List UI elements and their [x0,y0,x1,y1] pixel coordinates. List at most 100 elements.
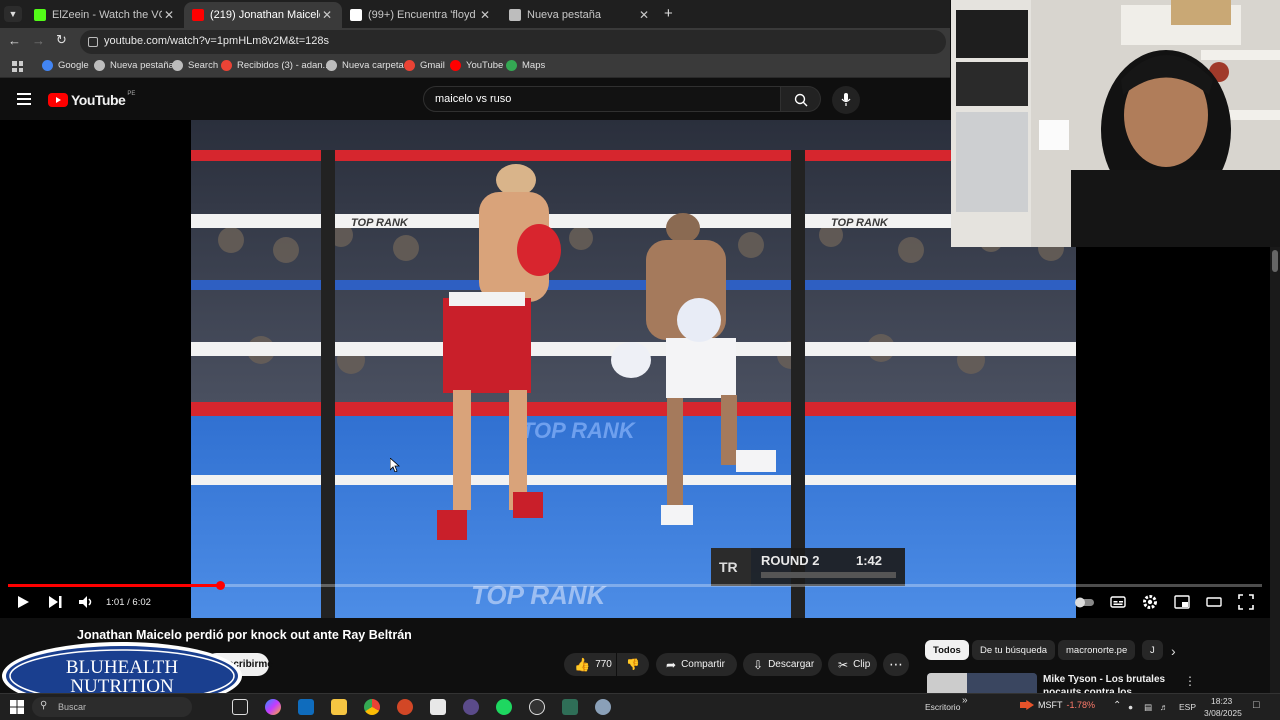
mouse-cursor-icon [390,458,400,472]
obs-icon[interactable] [463,699,479,715]
browser-tab[interactable]: ElZeein - Watch the VOD on Kick✕ [26,2,184,28]
browser-tab[interactable]: (219) Jonathan Maicelo perdió✕ [184,2,342,28]
fullscreen-icon[interactable] [1237,593,1255,611]
dislike-button[interactable]: 👎 [617,653,649,676]
notifications-icon[interactable]: □ [1253,699,1260,711]
tab-title: Nueva pestaña [527,9,601,21]
copilot-icon[interactable] [265,699,281,715]
miniplayer-icon[interactable] [1173,593,1191,611]
notepad-icon[interactable] [430,699,446,715]
page-scrollbar[interactable] [1270,247,1280,693]
back-icon[interactable]: ← [8,34,22,48]
autoplay-toggle-icon[interactable] [1074,593,1096,611]
search-input[interactable]: maicelo vs ruso [423,86,781,112]
filter-chip[interactable]: Todos [925,640,969,660]
more-actions-button[interactable]: ⋯ [883,653,909,676]
tab-close-icon[interactable]: ✕ [637,8,651,22]
bookmark-item[interactable]: Recibidos (3) - adan... [221,60,330,71]
spotify-icon[interactable] [496,699,512,715]
thumbs-down-icon: 👎 [626,659,640,671]
bookmark-item[interactable]: Search [172,60,218,71]
bookmark-favicon-icon [221,60,232,71]
clip-button[interactable]: ✂ Clip [828,653,877,676]
tray-up-chevron-icon[interactable]: ⌃ [1113,700,1121,711]
tab-close-icon[interactable]: ✕ [320,8,334,22]
filter-chip[interactable]: macronorte.pe [1058,640,1136,660]
play-icon[interactable] [14,593,32,611]
clock-time[interactable]: 18:23 [1211,696,1232,706]
bookmark-item[interactable]: Gmail [404,60,445,71]
task-view-icon[interactable] [232,699,248,715]
filter-chip[interactable]: De tu búsqueda [972,640,1056,660]
share-button[interactable]: ➦ Compartir [656,653,737,676]
menu-icon[interactable] [17,93,31,105]
new-tab-button[interactable]: + [664,5,673,22]
powerpoint-icon[interactable] [397,699,413,715]
share-icon: ➦ [666,657,677,672]
theater-mode-icon[interactable] [1205,593,1223,611]
tab-close-icon[interactable]: ✕ [478,8,492,22]
subtitles-icon[interactable] [1109,593,1127,611]
bookmark-item[interactable]: Maps [506,60,545,71]
stock-ticker-widget[interactable]: MSFT -1.78% [1020,700,1095,710]
clock-date[interactable]: 3/08/2025 [1204,708,1242,718]
chips-next-chevron-icon[interactable]: › [1171,643,1176,659]
bookmark-item[interactable]: Google [42,60,89,71]
utility-app-icon[interactable] [595,699,611,715]
progress-scrubber[interactable] [215,581,225,590]
chrome-icon[interactable] [364,699,380,715]
streaming-app-icon[interactable] [529,699,545,715]
bookmark-label: Recibidos (3) - adan... [237,60,331,71]
settings-gear-icon[interactable] [1141,593,1159,611]
like-button[interactable]: 👍 770 [564,653,616,676]
stock-ticker-symbol: MSFT [1038,700,1063,710]
speaker-icon[interactable]: ♬ [1160,702,1169,712]
related-video-thumbnail[interactable] [927,673,1037,693]
site-info-icon[interactable] [88,37,98,47]
language-indicator[interactable]: ESP [1179,702,1196,712]
voice-search-button[interactable] [832,86,860,114]
forward-icon[interactable]: → [32,34,46,48]
related-video-menu-icon[interactable]: ⋮ [1184,674,1196,688]
windows-start-icon[interactable] [9,699,25,715]
browser-tab[interactable]: Nueva pestaña ✕ [501,2,659,28]
youtube-logo[interactable]: YouTube PE [48,90,135,110]
search-button[interactable] [781,86,821,112]
bookmark-favicon-icon [94,60,105,71]
microphone-tray-icon[interactable]: ● [1128,702,1133,712]
bookmark-item[interactable]: Nueva carpeta [326,60,404,71]
outlook-icon[interactable] [298,699,314,715]
scoreboard: TR ROUND 2 1:42 [711,548,905,586]
desktop-label[interactable]: Escritorio [925,702,960,712]
address-bar[interactable]: youtube.com/watch?v=1pmHLm8v2M&t=128s [80,30,946,54]
file-explorer-icon[interactable] [331,699,347,715]
next-video-icon[interactable] [46,593,64,611]
apps-grid-icon[interactable] [12,61,23,72]
bookmarks-bar: Google Nueva pestaña Search Recibidos (3) -… [0,56,950,78]
download-button[interactable]: ⇩ Descargar [743,653,822,676]
video-frame[interactable]: TOP RANK TOP RANK TOP RANK TOP RANK TR R… [191,120,1076,618]
scissors-icon: ✂ [838,657,849,672]
tab-close-icon[interactable]: ✕ [162,8,176,22]
tray-overflow-chevron-icon[interactable]: » [962,695,968,706]
browser-tab[interactable]: (99+) Encuentra 'floyd mayweather'✕ [342,2,500,28]
bookmark-favicon-icon [404,60,415,71]
tab-favicon-icon [34,9,46,21]
volume-icon[interactable] [77,593,95,611]
progress-played [8,584,220,587]
tab-list-chevron-icon[interactable]: ▼ [4,6,22,22]
related-video-title[interactable]: Mike Tyson - Los brutales nocauts contra… [1043,673,1173,693]
boxing-ring-scene: TOP RANK TOP RANK TOP RANK TOP RANK TR R… [191,120,1076,618]
network-icon[interactable]: ▤ [1144,702,1152,713]
bookmark-favicon-icon [172,60,183,71]
bookmark-label: Google [58,60,89,71]
media-app-icon[interactable] [562,699,578,715]
tab-title: (99+) Encuentra 'floyd mayweather' [368,9,478,21]
filter-chip[interactable]: J [1142,640,1163,660]
scrollbar-thumb[interactable] [1272,250,1278,272]
bookmark-item[interactable]: YouTube [450,60,503,71]
download-icon: ⇩ [753,657,764,672]
bookmark-item[interactable]: Nueva pestaña [94,60,174,71]
taskbar-search[interactable]: ⚲ Buscar [32,697,192,717]
reload-icon[interactable]: ↻ [56,33,70,47]
